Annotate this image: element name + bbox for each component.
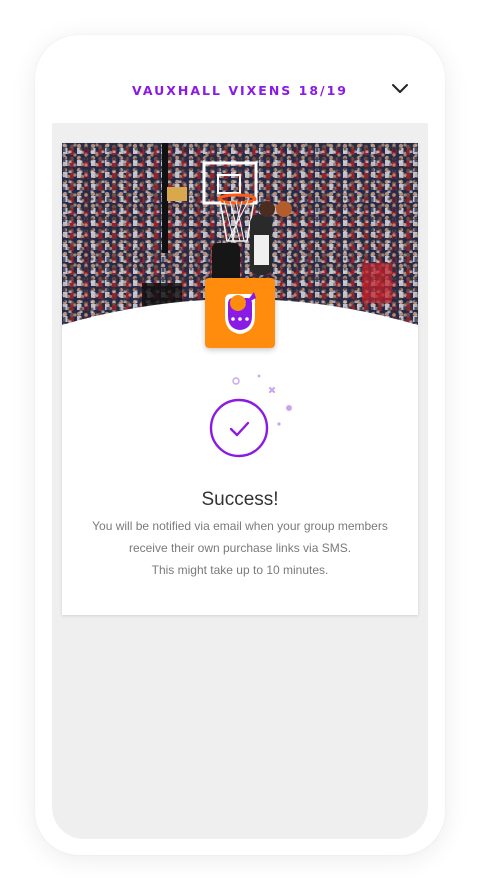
phone-frame: VAUXHALL VIXENS 18/19 Success! You will …	[35, 35, 445, 855]
team-logo-badge	[205, 278, 275, 348]
content-area: Success! You will be notified via email …	[52, 123, 428, 839]
chevron-down-icon[interactable]	[391, 81, 409, 95]
team-mascot-logo-icon	[225, 292, 256, 334]
team-title[interactable]: VAUXHALL VIXENS 18/19	[52, 83, 428, 98]
success-message-line1: You will be notified via email when your…	[92, 519, 388, 533]
check-circle-icon	[209, 398, 269, 458]
success-card: Success! You will be notified via email …	[62, 143, 418, 615]
header: VAUXHALL VIXENS 18/19	[52, 35, 428, 123]
success-message-line2: receive their own purchase links via SMS…	[128, 541, 352, 555]
success-title: Success!	[201, 489, 279, 510]
success-message-line3: This might take up to 10 minutes.	[151, 563, 329, 577]
